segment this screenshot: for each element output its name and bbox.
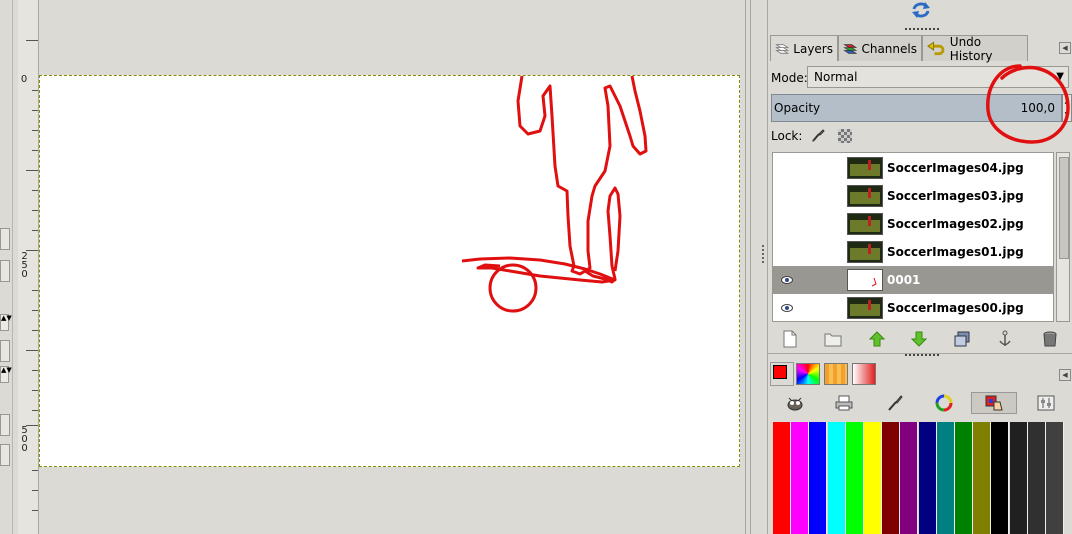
tab-menu-button[interactable]: ◀ bbox=[1059, 42, 1071, 54]
raise-layer-icon[interactable] bbox=[866, 328, 888, 350]
tab-channels[interactable]: Channels bbox=[838, 35, 922, 61]
scrollbar-thumb[interactable] bbox=[1059, 157, 1069, 259]
toolbox-button[interactable] bbox=[0, 444, 10, 466]
lock-alpha-icon[interactable] bbox=[838, 129, 852, 143]
layer-thumbnail bbox=[847, 269, 883, 291]
toolbox-edge: ▲▼ ▲▼ bbox=[0, 0, 13, 534]
palette-swatch[interactable] bbox=[955, 422, 973, 534]
delete-layer-icon[interactable] bbox=[1039, 328, 1061, 350]
anchor-layer-icon[interactable] bbox=[994, 328, 1016, 350]
panel-separator[interactable] bbox=[741, 0, 767, 534]
tab-fg-bg-color[interactable] bbox=[770, 362, 794, 386]
toolbox-spinner[interactable]: ▲▼ bbox=[0, 314, 12, 331]
palette-swatch[interactable] bbox=[773, 422, 791, 534]
lock-label: Lock: bbox=[771, 129, 803, 143]
soccer-outline-drawing bbox=[461, 76, 648, 313]
gradient-icon[interactable] bbox=[824, 363, 848, 385]
eye-icon[interactable] bbox=[781, 303, 793, 313]
palette-swatch[interactable] bbox=[900, 422, 919, 534]
layer-thumbnail bbox=[847, 185, 883, 207]
layer-name: SoccerImages03.jpg bbox=[887, 189, 1024, 203]
channels-icon bbox=[843, 43, 858, 54]
ruler-label: 0 bbox=[20, 74, 28, 85]
layer-name: SoccerImages02.jpg bbox=[887, 217, 1024, 231]
palette-swatch[interactable] bbox=[791, 422, 810, 534]
palette-swatch[interactable] bbox=[1046, 422, 1064, 534]
annotation-circle bbox=[986, 64, 1070, 144]
palette-swatch[interactable] bbox=[918, 422, 937, 534]
dock-grip[interactable] bbox=[905, 354, 939, 360]
tab-menu-button[interactable]: ◀ bbox=[1059, 369, 1071, 381]
image-canvas[interactable] bbox=[39, 75, 740, 467]
toolbox-button[interactable] bbox=[0, 340, 10, 362]
palette-swatch[interactable] bbox=[882, 422, 901, 534]
palette-swatch[interactable] bbox=[864, 422, 882, 534]
dock-grip[interactable] bbox=[905, 28, 939, 34]
layer-name: 0001 bbox=[887, 273, 921, 287]
undo-history-icon bbox=[927, 41, 945, 55]
scales-icon[interactable] bbox=[1037, 394, 1055, 412]
palette-swatch[interactable] bbox=[827, 422, 846, 534]
refresh-icon[interactable] bbox=[910, 1, 932, 19]
ruler-label: 500 bbox=[21, 425, 28, 454]
ruler-label: 250 bbox=[21, 251, 28, 280]
lower-layer-icon[interactable] bbox=[908, 328, 930, 350]
layers-scrollbar[interactable] bbox=[1056, 152, 1070, 322]
new-layer-icon[interactable] bbox=[779, 328, 801, 350]
opacity-label: Opacity bbox=[774, 101, 821, 115]
layer-thumbnail bbox=[847, 213, 883, 235]
color-wheel-icon[interactable] bbox=[935, 394, 953, 412]
duplicate-layer-icon[interactable] bbox=[951, 328, 973, 350]
layer-row[interactable]: SoccerImages03.jpg bbox=[773, 182, 1053, 210]
layer-name: SoccerImages01.jpg bbox=[887, 245, 1024, 259]
layer-row[interactable]: SoccerImages04.jpg bbox=[773, 154, 1053, 182]
printer-icon[interactable] bbox=[835, 394, 853, 412]
layer-name: SoccerImages04.jpg bbox=[887, 161, 1024, 175]
palette-swatch[interactable] bbox=[973, 422, 992, 534]
layer-row[interactable]: SoccerImages02.jpg bbox=[773, 210, 1053, 238]
vertical-ruler[interactable]: 0 250 500 bbox=[18, 0, 39, 534]
color-palette[interactable] bbox=[773, 422, 1072, 534]
mode-value: Normal bbox=[814, 70, 858, 84]
palette-swatch[interactable] bbox=[991, 422, 1010, 534]
palette-swatch[interactable] bbox=[809, 422, 828, 534]
tab-label: Channels bbox=[861, 41, 917, 56]
palette-icon[interactable] bbox=[796, 363, 820, 385]
layer-row-selected[interactable]: 0001 bbox=[773, 266, 1053, 294]
eye-icon[interactable] bbox=[781, 275, 793, 285]
palette-hand-icon bbox=[985, 395, 1003, 411]
open-folder-icon[interactable] bbox=[822, 328, 844, 350]
lock-pixels-icon[interactable] bbox=[810, 128, 826, 144]
layer-name: SoccerImages00.jpg bbox=[887, 301, 1024, 315]
mode-label: Mode: bbox=[771, 71, 808, 85]
foreground-color-swatch[interactable] bbox=[773, 365, 787, 379]
layer-row[interactable]: SoccerImages00.jpg bbox=[773, 294, 1053, 321]
palette-swatch[interactable] bbox=[936, 422, 955, 534]
palette-picker-button[interactable] bbox=[971, 392, 1017, 414]
paintbrush-icon[interactable] bbox=[886, 394, 904, 412]
tab-label: Layers bbox=[793, 41, 833, 56]
layer-thumbnail bbox=[847, 157, 883, 179]
layer-row[interactable]: SoccerImages01.jpg bbox=[773, 238, 1053, 266]
layers-list[interactable]: SoccerImages04.jpg SoccerImages03.jpg So… bbox=[772, 152, 1054, 322]
toolbox-spinner[interactable]: ▲▼ bbox=[0, 366, 12, 383]
toolbox-button[interactable] bbox=[0, 414, 10, 436]
gimp-icon[interactable] bbox=[786, 394, 804, 412]
palette-swatch[interactable] bbox=[1009, 422, 1028, 534]
palette-swatch[interactable] bbox=[845, 422, 864, 534]
toolbox-button[interactable] bbox=[0, 260, 10, 282]
pattern-icon[interactable] bbox=[852, 363, 876, 385]
toolbox-button[interactable] bbox=[0, 228, 10, 250]
layers-icon bbox=[775, 43, 790, 54]
layer-thumbnail bbox=[847, 241, 883, 263]
layer-thumbnail bbox=[847, 297, 883, 319]
tab-layers[interactable]: Layers bbox=[770, 35, 838, 61]
palette-swatch[interactable] bbox=[1027, 422, 1046, 534]
